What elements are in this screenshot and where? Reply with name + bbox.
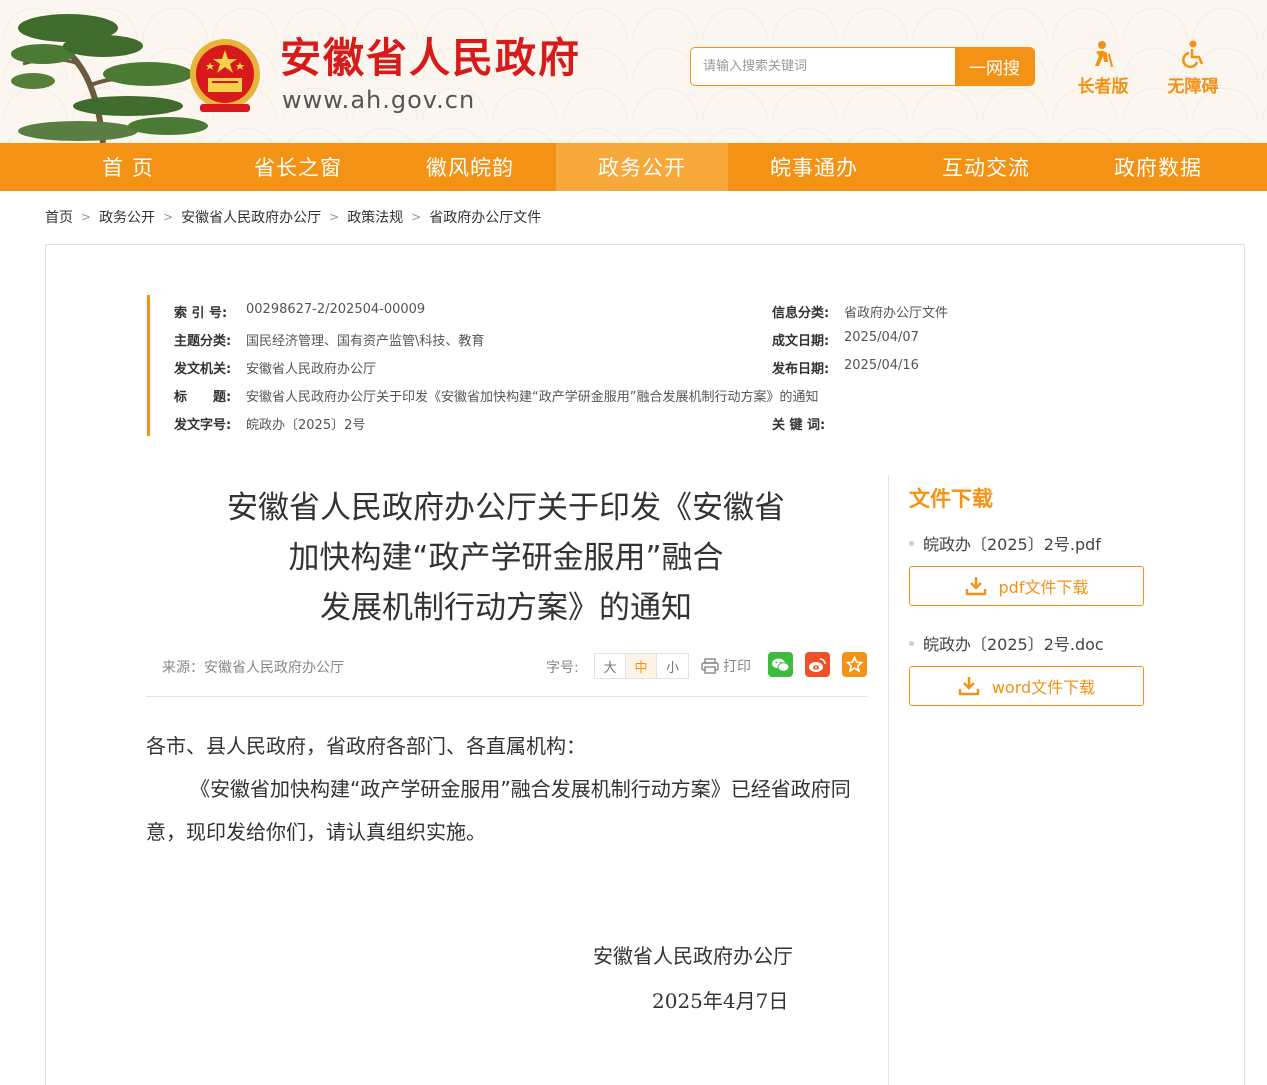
search-button[interactable]: 一网搜 bbox=[955, 48, 1034, 85]
breadcrumb-office-docs[interactable]: 省政府办公厅文件 bbox=[429, 207, 541, 227]
meta-title: 标 题: 安徽省人民政府办公厅关于印发《安徽省加快构建“政产学研金服用”融合发展… bbox=[174, 390, 819, 405]
meta-publish-date: 发布日期: 2025/04/16 bbox=[772, 358, 919, 377]
meta-written-date: 成文日期: 2025/04/07 bbox=[772, 330, 919, 349]
download-file-name: 皖政办〔2025〕2号.doc bbox=[909, 631, 1104, 655]
accessibility-link[interactable]: 无障碍 bbox=[1158, 40, 1228, 97]
elder-mode-link[interactable]: 长者版 bbox=[1068, 40, 1138, 97]
favorite-button[interactable] bbox=[842, 652, 867, 677]
word-download-button[interactable]: word文件下载 bbox=[909, 666, 1144, 706]
meta-doc-no: 发文字号: 皖政办〔2025〕2号 bbox=[174, 418, 366, 433]
printer-icon bbox=[701, 658, 719, 674]
breadcrumb-chevron-icon: > bbox=[411, 210, 422, 224]
breadcrumb-office[interactable]: 安徽省人民政府办公厅 bbox=[181, 207, 321, 227]
document-signer: 安徽省人民政府办公厅 bbox=[593, 944, 793, 968]
weibo-icon bbox=[809, 657, 826, 672]
accessibility-label: 无障碍 bbox=[1167, 77, 1219, 97]
wheelchair-icon bbox=[1182, 40, 1204, 68]
document-sign-date: 2025年4月7日 bbox=[652, 989, 789, 1013]
meta-category: 信息分类: 省政府办公厅文件 bbox=[772, 306, 949, 321]
breadcrumb-chevron-icon: > bbox=[329, 210, 340, 224]
elder-icon bbox=[1095, 41, 1113, 68]
print-label: 打印 bbox=[723, 659, 751, 675]
breadcrumb-policy[interactable]: 政策法规 bbox=[347, 207, 403, 227]
national-emblem-icon bbox=[190, 39, 260, 112]
font-size-medium-button[interactable]: 中 bbox=[626, 654, 657, 678]
downloads-title: 文件下载 bbox=[909, 487, 993, 511]
document-title-line: 加快构建“政产学研金服用”融合 bbox=[288, 540, 724, 576]
elder-mode-label: 长者版 bbox=[1077, 77, 1129, 97]
huangshan-pine-tree-icon bbox=[11, 14, 208, 143]
site-header: 安徽省人民政府 www.ah.gov.cn 一网搜 长者版 无障碍 bbox=[0, 0, 1267, 143]
font-size-label: 字号: bbox=[546, 660, 579, 676]
nav-item-home[interactable]: 首 页 bbox=[42, 143, 214, 191]
document-title-line: 安徽省人民政府办公厅关于印发《安徽省 bbox=[227, 490, 785, 526]
document-title: 安徽省人民政府办公厅关于印发《安徽省 加快构建“政产学研金服用”融合 发展机制行… bbox=[156, 483, 856, 633]
download-file-name: 皖政办〔2025〕2号.pdf bbox=[909, 531, 1101, 555]
content-panel: 索 引 号: 00298627-2/202504-00009 信息分类: 省政府… bbox=[45, 244, 1245, 1085]
wechat-icon bbox=[772, 658, 790, 672]
nav-item-governor[interactable]: 省长之窗 bbox=[212, 143, 384, 191]
star-icon bbox=[846, 656, 863, 673]
font-size-group: 大 中 小 bbox=[594, 653, 689, 679]
document-salutation: 各市、县人民政府，省政府各部门、各直属机构： bbox=[146, 734, 586, 758]
document-toolbar: 来源：安徽省人民政府办公厅 字号: 大 中 小 打印 bbox=[146, 645, 868, 697]
search-input[interactable] bbox=[691, 48, 956, 85]
main-nav: 首 页 省长之窗 徽风皖韵 政务公开 皖事通办 互动交流 政府数据 bbox=[0, 143, 1267, 191]
share-weibo-button[interactable] bbox=[805, 652, 830, 677]
search-box: 一网搜 bbox=[690, 47, 1035, 86]
sidebar-divider bbox=[888, 475, 889, 1085]
share-wechat-button[interactable] bbox=[768, 652, 793, 677]
pdf-download-label: pdf文件下载 bbox=[998, 578, 1089, 597]
download-file-label: 皖政办〔2025〕2号.doc bbox=[923, 635, 1104, 654]
print-button[interactable]: 打印 bbox=[701, 656, 751, 676]
download-icon bbox=[958, 677, 980, 696]
breadcrumb: 首页 > 政务公开 > 安徽省人民政府办公厅 > 政策法规 > 省政府办公厅文件 bbox=[45, 206, 541, 228]
word-download-label: word文件下载 bbox=[991, 678, 1096, 697]
site-url[interactable]: www.ah.gov.cn bbox=[282, 88, 475, 112]
nav-item-gov-data[interactable]: 政府数据 bbox=[1072, 143, 1244, 191]
breadcrumb-home[interactable]: 首页 bbox=[45, 207, 73, 227]
breadcrumb-chevron-icon: > bbox=[163, 210, 174, 224]
site-title[interactable]: 安徽省人民政府 bbox=[280, 38, 581, 79]
document-paragraph: 《安徽省加快构建“政产学研金服用”融合发展机制行动方案》已经省政府同意，现印发给… bbox=[146, 777, 851, 844]
font-size-small-button[interactable]: 小 bbox=[657, 654, 688, 678]
bullet-icon bbox=[909, 640, 914, 646]
font-size-large-button[interactable]: 大 bbox=[595, 654, 626, 678]
nav-item-services[interactable]: 皖事通办 bbox=[728, 143, 900, 191]
meta-topic: 主题分类: 国民经济管理、国有资产监管\科技、教育 bbox=[174, 334, 485, 349]
download-file-label: 皖政办〔2025〕2号.pdf bbox=[923, 535, 1101, 554]
document-body: 各市、县人民政府，省政府各部门、各直属机构： 《安徽省加快构建“政产学研金服用”… bbox=[146, 725, 871, 854]
meta-issuer: 发文机关: 安徽省人民政府办公厅 bbox=[174, 362, 377, 377]
meta-index-no: 索 引 号: 00298627-2/202504-00009 bbox=[174, 302, 426, 321]
nav-item-culture[interactable]: 徽风皖韵 bbox=[384, 143, 556, 191]
breadcrumb-chevron-icon: > bbox=[81, 210, 92, 224]
document-source: 来源：安徽省人民政府办公厅 bbox=[162, 660, 344, 676]
document-title-line: 发展机制行动方案》的通知 bbox=[320, 590, 692, 626]
document-metadata: 索 引 号: 00298627-2/202504-00009 信息分类: 省政府… bbox=[147, 295, 1147, 436]
download-icon bbox=[965, 577, 986, 596]
nav-item-interaction[interactable]: 互动交流 bbox=[900, 143, 1072, 191]
breadcrumb-gov-affairs[interactable]: 政务公开 bbox=[99, 207, 155, 227]
nav-item-gov-affairs[interactable]: 政务公开 bbox=[556, 143, 728, 191]
meta-keywords: 关 键 词: bbox=[772, 418, 826, 433]
pdf-download-button[interactable]: pdf文件下载 bbox=[909, 566, 1144, 606]
bullet-icon bbox=[909, 540, 914, 546]
